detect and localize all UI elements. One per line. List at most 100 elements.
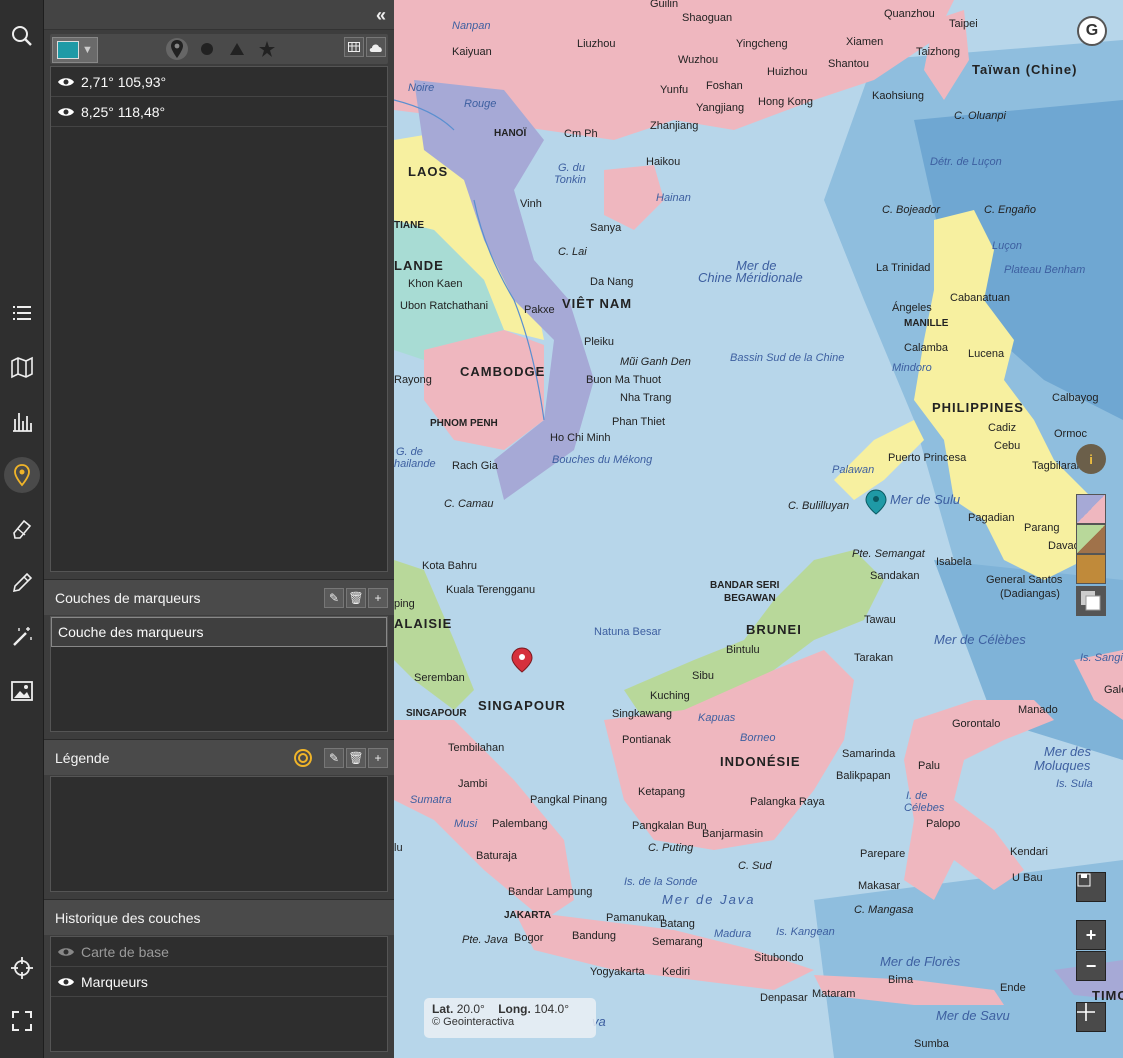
- map-label: Pangkalan Bun: [632, 820, 707, 832]
- map-label: Calbayog: [1052, 392, 1099, 404]
- map-icon[interactable]: [4, 349, 40, 385]
- map-label: C. Lai: [558, 246, 587, 258]
- copy-layer-icon[interactable]: [1076, 586, 1106, 616]
- recenter-icon[interactable]: [1076, 1002, 1106, 1032]
- political-layer-icon[interactable]: [1076, 494, 1106, 524]
- map-label: Mũi Ganh Den: [620, 356, 691, 368]
- map-label: Mer de Sulu: [890, 492, 961, 507]
- map-label: Is. Sangil: [1080, 652, 1123, 664]
- map-label: Jambi: [458, 778, 488, 790]
- map-label: Tarakan: [854, 652, 894, 664]
- map-label: lu: [394, 842, 403, 854]
- map-label: Mer de Savu: [936, 1008, 1010, 1023]
- physical-layer-icon[interactable]: [1076, 524, 1106, 554]
- search-icon[interactable]: [4, 18, 40, 54]
- legend-header: Légende ✎ 🗑 +: [44, 739, 394, 775]
- map-label: Borneo: [740, 732, 776, 744]
- map-label: Musi: [454, 818, 478, 830]
- target-icon[interactable]: [294, 749, 312, 770]
- eraser-icon[interactable]: [4, 511, 40, 547]
- eye-icon[interactable]: [57, 76, 75, 88]
- pin-shape-icon[interactable]: [166, 38, 188, 60]
- star-shape-icon[interactable]: [256, 38, 278, 60]
- zoom-out-button[interactable]: −: [1076, 951, 1106, 981]
- fullscreen-icon[interactable]: [4, 1003, 40, 1039]
- map-label: Kapuas: [698, 712, 736, 724]
- pencil-icon[interactable]: [4, 565, 40, 601]
- map-label: Chine Méridionale: [698, 270, 803, 285]
- map-label: Kaohsiung: [872, 90, 924, 102]
- map-label: Kota Bahru: [422, 560, 478, 572]
- map-label: SINGAPOUR: [406, 708, 467, 719]
- map-label: VIÊT NAM: [562, 296, 633, 311]
- map-label: Tonkin: [554, 174, 587, 186]
- crosshair-icon[interactable]: [4, 950, 40, 986]
- eye-icon[interactable]: [57, 106, 75, 118]
- map-label: Plateau Benham: [1004, 264, 1086, 276]
- history-header: Historique des couches: [44, 899, 394, 935]
- map-label: Célebes: [904, 802, 945, 814]
- list-item[interactable]: 2,71° 105,93°: [51, 67, 387, 97]
- table-icon[interactable]: [344, 37, 364, 57]
- layer-name: Couche des marqueurs: [58, 624, 204, 640]
- map-label: Situbondo: [754, 952, 804, 964]
- map-label: Guilin: [650, 0, 679, 10]
- map-label: Quanzhou: [884, 8, 935, 20]
- list-item[interactable]: 8,25° 118,48°: [51, 97, 387, 127]
- map-label: CAMBODGE: [460, 364, 546, 379]
- list-icon[interactable]: [4, 295, 40, 331]
- add-button[interactable]: +: [368, 748, 388, 768]
- trash-icon[interactable]: 🗑: [346, 588, 366, 608]
- map-label: Ángeles: [892, 302, 932, 314]
- map-label: Singkawang: [612, 708, 672, 720]
- map-canvas[interactable]: Guilin Shaoguan Quanzhou Taipei Kaiyuan …: [394, 0, 1123, 1058]
- map-label: Natuna Besar: [594, 626, 662, 638]
- map-label: C. Camau: [444, 498, 494, 510]
- marker-color-picker[interactable]: ▼: [52, 37, 98, 63]
- section-title: Historique des couches: [55, 909, 201, 926]
- map-label: Shaoguan: [682, 12, 733, 24]
- cloud-upload-icon[interactable]: [366, 37, 386, 57]
- list-item[interactable]: Carte de base: [51, 937, 387, 967]
- chart-icon[interactable]: [4, 403, 40, 439]
- add-button[interactable]: +: [368, 588, 388, 608]
- edit-icon[interactable]: ✎: [324, 748, 344, 768]
- map-label: Huizhou: [767, 66, 808, 78]
- map-label: Parepare: [860, 848, 906, 860]
- image-icon[interactable]: [4, 673, 40, 709]
- map-label: Rach Gia: [452, 460, 498, 472]
- map-label: Palembang: [492, 818, 548, 830]
- map-label: HANOÏ: [494, 128, 527, 139]
- map-label: Mer de Java: [662, 892, 756, 907]
- marker-icon[interactable]: [4, 457, 40, 493]
- list-item[interactable]: Couche des marqueurs: [51, 617, 387, 647]
- map-label: Is. Sula: [1056, 778, 1093, 790]
- eye-icon[interactable]: [57, 976, 75, 988]
- info-icon[interactable]: i: [1076, 444, 1106, 474]
- map-label: Pte. Semangat: [852, 548, 925, 560]
- save-icon[interactable]: [1076, 872, 1106, 902]
- triangle-shape-icon[interactable]: [226, 38, 248, 60]
- map-label: Kaiyuan: [452, 46, 492, 58]
- map-label: Foshan: [706, 80, 743, 92]
- map-label: Kendari: [1010, 846, 1048, 858]
- map-label: Taipei: [949, 18, 978, 30]
- map-label: Liuzhou: [577, 38, 616, 50]
- map-label: Madura: [714, 928, 752, 940]
- magic-wand-icon[interactable]: [4, 619, 40, 655]
- map-label: MANILLE: [904, 318, 949, 329]
- zoom-in-button[interactable]: +: [1076, 920, 1106, 950]
- map-label: Hong Kong: [758, 96, 814, 108]
- list-item[interactable]: Marqueurs: [51, 967, 387, 997]
- overlay-layer-icon[interactable]: [1076, 554, 1106, 584]
- trash-icon[interactable]: 🗑: [346, 748, 366, 768]
- eye-icon[interactable]: [57, 946, 75, 958]
- circle-shape-icon[interactable]: [196, 38, 218, 60]
- geointeractiva-logo-icon[interactable]: G: [1077, 16, 1107, 46]
- map-label: Manado: [1018, 704, 1058, 716]
- edit-icon[interactable]: ✎: [324, 588, 344, 608]
- collapse-panel-icon[interactable]: «: [376, 6, 386, 24]
- map-label: Noire: [408, 82, 435, 94]
- map-label: ALAISIE: [394, 616, 453, 631]
- marker-coords: 8,25° 118,48°: [81, 103, 166, 120]
